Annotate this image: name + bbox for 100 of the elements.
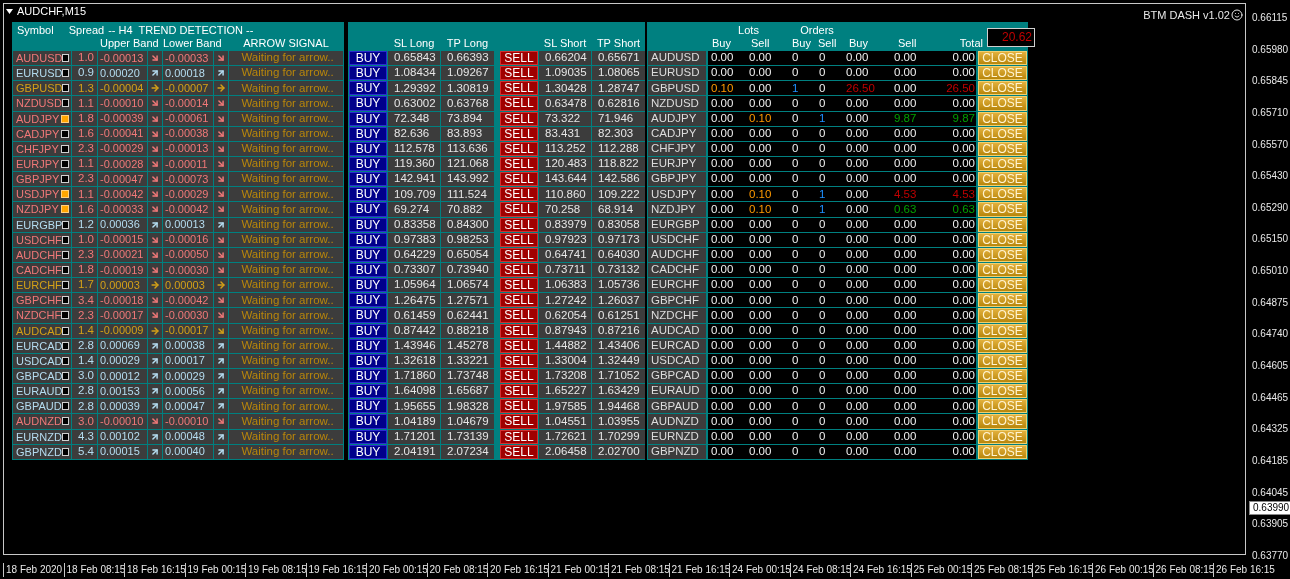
sell-button[interactable]: SELL (500, 399, 538, 414)
buy-button[interactable]: BUY (349, 51, 387, 66)
sell-button[interactable]: SELL (500, 126, 538, 141)
sell-button[interactable]: SELL (500, 384, 538, 399)
checkbox[interactable] (61, 266, 69, 275)
checkbox[interactable] (61, 175, 69, 184)
buy-button[interactable]: BUY (349, 141, 387, 156)
sell-button[interactable]: SELL (500, 232, 538, 247)
table-cell: 0.00 (708, 368, 746, 384)
sell-button[interactable]: SELL (500, 429, 538, 444)
sell-button[interactable]: SELL (500, 308, 538, 323)
buy-button[interactable]: BUY (349, 187, 387, 202)
sell-button[interactable]: SELL (500, 66, 538, 81)
buy-button[interactable]: BUY (349, 323, 387, 338)
checkbox[interactable] (62, 372, 69, 380)
buy-button[interactable]: BUY (349, 172, 387, 187)
checkbox[interactable] (61, 235, 69, 244)
checkbox[interactable] (61, 144, 69, 153)
buy-button[interactable]: BUY (349, 157, 387, 172)
buy-button[interactable]: BUY (349, 293, 387, 308)
checkbox[interactable] (61, 129, 69, 138)
buy-button[interactable]: BUY (349, 126, 387, 141)
table-cell: -0.00013 (98, 51, 147, 66)
table-cell: 0 (786, 126, 811, 141)
sell-button[interactable]: SELL (500, 247, 538, 262)
checkbox[interactable] (62, 54, 69, 63)
sell-button[interactable]: SELL (500, 157, 538, 172)
table-cell: 1.33004 (539, 353, 591, 368)
checkbox[interactable] (62, 341, 69, 350)
sell-button[interactable]: SELL (500, 278, 538, 293)
sell-button[interactable]: SELL (500, 338, 538, 353)
checkbox[interactable] (61, 402, 69, 411)
checkbox[interactable] (61, 281, 69, 290)
caret-down-icon[interactable] (6, 8, 13, 14)
buy-button[interactable]: BUY (349, 308, 387, 323)
checkbox[interactable] (62, 356, 69, 365)
checkbox[interactable] (61, 432, 69, 441)
signal-cell: Waiting for arrow.. (229, 187, 343, 202)
sell-button[interactable]: SELL (500, 368, 538, 384)
sell-button[interactable]: SELL (500, 293, 538, 308)
buy-button[interactable]: BUY (349, 384, 387, 399)
buy-button[interactable]: BUY (349, 81, 387, 96)
buy-button[interactable]: BUY (349, 96, 387, 111)
checkbox[interactable] (61, 190, 69, 199)
sell-button[interactable]: SELL (500, 141, 538, 156)
checkbox[interactable] (62, 326, 69, 335)
buy-button[interactable]: BUY (349, 444, 387, 459)
sell-button[interactable]: SELL (500, 187, 538, 202)
sell-button[interactable]: SELL (500, 262, 538, 278)
table-cell: 0 (811, 232, 841, 247)
checkbox[interactable] (61, 311, 69, 320)
checkbox[interactable] (61, 417, 69, 426)
column-header: SL Long (393, 36, 435, 49)
buy-button[interactable]: BUY (349, 66, 387, 81)
sell-button[interactable]: SELL (500, 96, 538, 111)
checkbox[interactable] (62, 220, 69, 229)
checkbox[interactable] (61, 160, 69, 169)
table-cell: 120.483 (539, 157, 591, 172)
buy-button[interactable]: BUY (349, 217, 387, 232)
buy-button[interactable]: BUY (349, 353, 387, 368)
buy-button[interactable]: BUY (349, 262, 387, 278)
sell-button[interactable]: SELL (500, 217, 538, 232)
symbol-cell: USDJPY (648, 187, 706, 202)
checkbox[interactable] (62, 387, 69, 396)
buy-button[interactable]: BUY (349, 278, 387, 293)
buy-button[interactable]: BUY (349, 338, 387, 353)
sell-button[interactable]: SELL (500, 444, 538, 459)
buy-button[interactable]: BUY (349, 111, 387, 126)
buy-button[interactable]: BUY (349, 202, 387, 217)
sell-button[interactable]: SELL (500, 51, 538, 66)
checkbox[interactable] (61, 250, 69, 259)
buy-button[interactable]: BUY (349, 247, 387, 262)
buy-button[interactable]: BUY (349, 429, 387, 444)
table-cell: 0.00 (889, 278, 936, 293)
signal-cell: Waiting for arrow.. (229, 111, 343, 126)
table-cell: 0.00 (841, 111, 889, 126)
sell-button[interactable]: SELL (500, 202, 538, 217)
symbol-label: GBPUSD (16, 82, 63, 95)
sell-button[interactable]: SELL (500, 111, 538, 126)
checkbox[interactable] (61, 99, 69, 108)
sell-button[interactable]: SELL (500, 353, 538, 368)
sell-button[interactable]: SELL (500, 172, 538, 187)
table-cell: 0.00 (708, 202, 746, 217)
table-cell: 0.83358 (388, 217, 440, 232)
sell-button[interactable]: SELL (500, 323, 538, 338)
buy-button[interactable]: BUY (349, 368, 387, 384)
spread-cell: 2.3 (72, 247, 97, 262)
sell-button[interactable]: SELL (500, 81, 538, 96)
table-cell: -0.00041 (98, 126, 147, 141)
checkbox[interactable] (61, 205, 69, 214)
buy-button[interactable]: BUY (349, 399, 387, 414)
buy-button[interactable]: BUY (349, 232, 387, 247)
buy-button[interactable]: BUY (349, 414, 387, 429)
checkbox[interactable] (61, 447, 69, 456)
checkbox[interactable] (62, 84, 69, 93)
sell-button[interactable]: SELL (500, 414, 538, 429)
checkbox[interactable] (62, 69, 69, 78)
table-cell: 0.00 (708, 444, 746, 459)
checkbox[interactable] (61, 114, 69, 123)
checkbox[interactable] (61, 296, 69, 305)
